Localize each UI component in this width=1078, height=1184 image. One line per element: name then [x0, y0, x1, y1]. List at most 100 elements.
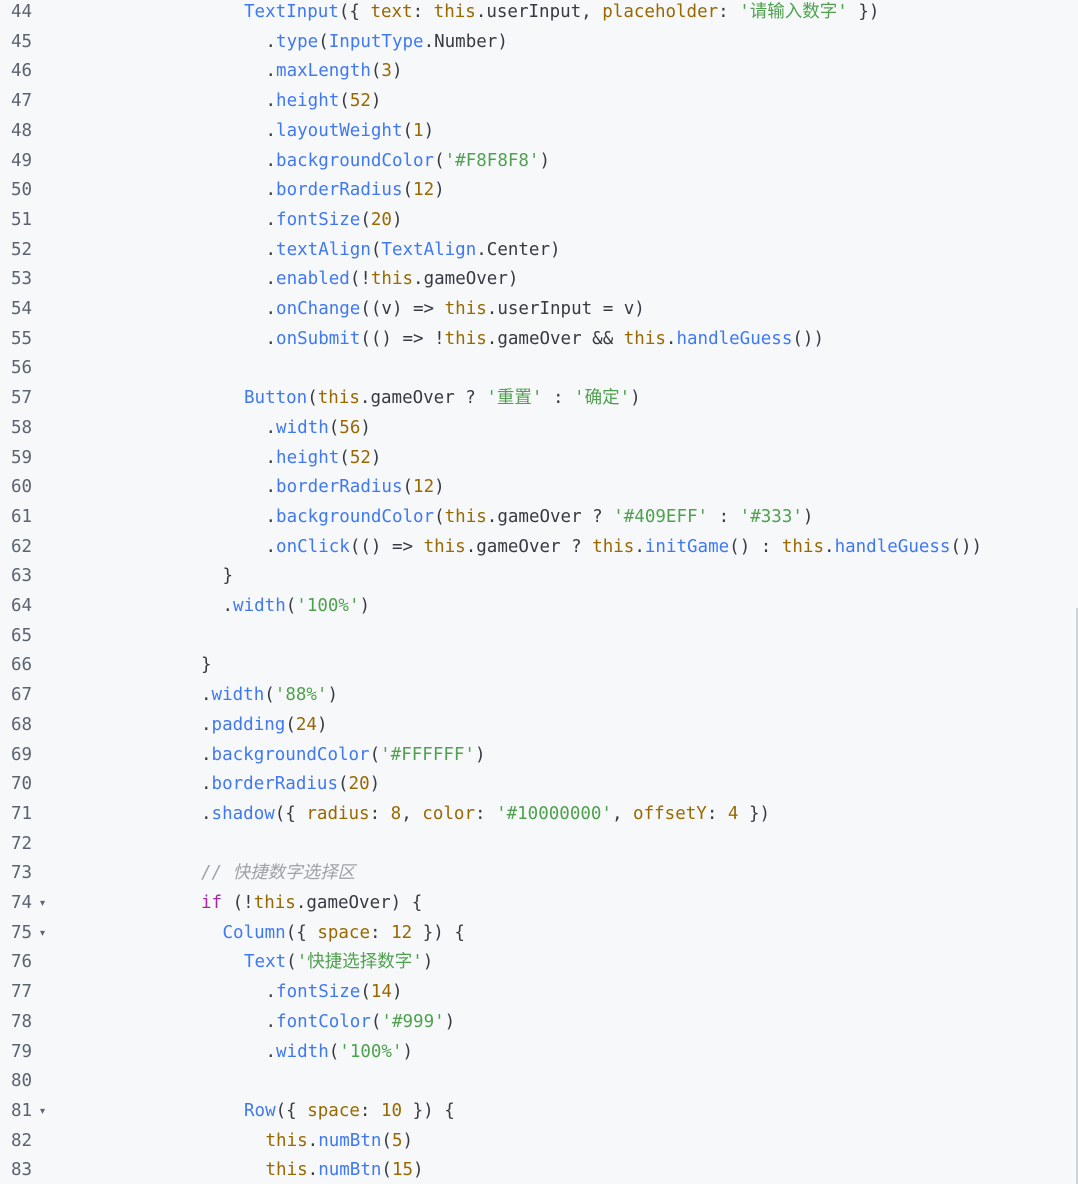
code-line[interactable]: 66}: [0, 651, 1078, 681]
code-token: 20: [370, 209, 392, 230]
code-token: .: [265, 31, 277, 52]
code-token: .: [265, 239, 277, 260]
code-text: .type(InputType.Number): [266, 28, 508, 58]
code-token: .: [265, 328, 277, 349]
code-line[interactable]: 78 .fontColor('#999'): [0, 1008, 1078, 1038]
code-line[interactable]: 73 // 快捷数字选择区: [0, 859, 1078, 889]
code-token: .: [265, 506, 277, 527]
code-editor[interactable]: 44 TextInput({ text: this.userInput, plac…: [0, 0, 1078, 1184]
code-text: .borderRadius(12): [266, 176, 445, 206]
code-token: ): [360, 417, 371, 438]
code-line[interactable]: 44 TextInput({ text: this.userInput, plac…: [0, 0, 1078, 28]
code-token: (: [318, 31, 329, 52]
code-line[interactable]: 70 .borderRadius(20): [0, 770, 1078, 800]
fold-chevron-down-icon[interactable]: ▾: [40, 919, 45, 949]
code-line[interactable]: 63}: [0, 562, 1078, 592]
code-line[interactable]: 55 .onSubmit(() => !this.gameOver && this…: [0, 325, 1078, 355]
code-line[interactable]: 65: [0, 622, 1078, 652]
fold-chevron-down-icon[interactable]: ▾: [40, 889, 45, 919]
code-text: .fontColor('#999'): [266, 1008, 456, 1038]
code-line[interactable]: 51 .fontSize(20): [0, 206, 1078, 236]
code-line[interactable]: 83 this.numBtn(15): [0, 1156, 1078, 1184]
code-token: color: [422, 803, 475, 824]
code-line[interactable]: 45 .type(InputType.Number): [0, 28, 1078, 58]
code-line[interactable]: 69 .backgroundColor('#FFFFFF'): [0, 741, 1078, 771]
code-token: ): [423, 120, 435, 141]
code-token: this: [423, 536, 466, 557]
code-line[interactable]: 61 .backgroundColor(this.gameOver ? '#409…: [0, 503, 1078, 533]
code-line[interactable]: 72: [0, 830, 1078, 860]
code-token: ): [359, 596, 371, 616]
code-line[interactable]: 57 Button(this.gameOver ? '重置' : '确定'): [0, 384, 1078, 414]
code-line[interactable]: 47 .height(52): [0, 87, 1078, 117]
line-number: 67: [11, 685, 33, 706]
code-text: Text('快捷选择数字'): [244, 948, 433, 978]
code-token: (: [360, 209, 371, 230]
code-line[interactable]: 81 ▾ Row({ space: 10 }) {: [0, 1097, 1078, 1127]
code-token: .gameOver ?: [359, 388, 487, 409]
code-text: .width('100%'): [223, 592, 371, 622]
code-line[interactable]: 64 .width('100%'): [0, 592, 1078, 622]
code-token: 24: [295, 714, 317, 735]
code-token: ): [370, 447, 382, 468]
code-token: ,: [611, 803, 634, 824]
line-number: 58: [11, 417, 33, 438]
code-line[interactable]: 58 .width(56): [0, 414, 1078, 444]
code-line[interactable]: 48 .layoutWeight(1): [0, 117, 1078, 147]
code-line[interactable]: 79 .width('100%'): [0, 1038, 1078, 1068]
code-token: (: [285, 714, 296, 735]
code-line[interactable]: 75 ▾ Column({ space: 12 }) {: [0, 919, 1078, 949]
code-token: initGame: [644, 536, 730, 557]
code-token: ): [539, 150, 551, 171]
code-text: .textAlign(TextAlign.Center): [266, 236, 561, 266]
code-token: '#10000000': [496, 803, 612, 824]
line-number: 46: [11, 61, 33, 82]
code-token: .: [307, 1130, 319, 1151]
code-line[interactable]: 54 .onChange((v) => this.userInput = v): [0, 295, 1078, 325]
line-number: 63: [11, 566, 33, 587]
code-token: ): [434, 180, 445, 201]
code-token: space: [317, 922, 371, 943]
code-token: }) {: [402, 1100, 455, 1121]
code-token: (: [264, 685, 275, 706]
code-token: this: [370, 269, 414, 290]
code-token: 20: [348, 774, 370, 795]
code-line[interactable]: 56: [0, 354, 1078, 384]
code-token: fontSize: [276, 209, 361, 230]
code-line[interactable]: 49 .backgroundColor('#F8F8F8'): [0, 147, 1078, 177]
code-token: (: [381, 1130, 392, 1151]
code-line[interactable]: 77 .fontSize(14): [0, 978, 1078, 1008]
code-text: }: [201, 651, 212, 681]
code-line[interactable]: 60 .borderRadius(12): [0, 473, 1078, 503]
code-line[interactable]: 68 .padding(24): [0, 711, 1078, 741]
code-line[interactable]: 62 .onClick(() => this.gameOver ? this.in…: [0, 533, 1078, 563]
code-line[interactable]: 74 ▾ if (!this.gameOver) {: [0, 889, 1078, 919]
code-token: (: [328, 417, 340, 438]
line-number: 72: [11, 833, 33, 854]
code-line[interactable]: 80: [0, 1067, 1078, 1097]
code-line[interactable]: 46 .maxLength(3): [0, 57, 1078, 87]
code-token: .: [265, 209, 277, 230]
code-line[interactable]: 71 .shadow({ radius: 8, color: '#10000000…: [0, 800, 1078, 830]
code-text: .shadow({ radius: 8, color: '#10000000',…: [201, 800, 770, 830]
code-line[interactable]: 76 Text('快捷选择数字'): [0, 948, 1078, 978]
line-number: 55: [11, 328, 33, 349]
code-text: .onSubmit(() => !this.gameOver && this.h…: [266, 325, 824, 355]
code-line[interactable]: 53 .enabled(!this.gameOver): [0, 265, 1078, 295]
code-token: this: [265, 1130, 308, 1151]
code-line[interactable]: 67 .width('88%'): [0, 681, 1078, 711]
code-token: .: [265, 120, 277, 141]
code-token: this: [623, 328, 666, 349]
code-token: :: [706, 803, 728, 824]
line-number: 50: [11, 180, 33, 201]
code-token: this: [317, 388, 360, 409]
code-line[interactable]: 82 this.numBtn(5): [0, 1127, 1078, 1157]
code-token: .: [265, 447, 277, 468]
code-token: (: [360, 982, 371, 1003]
code-token: 56: [339, 417, 361, 438]
line-number: 54: [11, 299, 33, 319]
fold-chevron-down-icon[interactable]: ▾: [40, 1097, 45, 1127]
code-line[interactable]: 50 .borderRadius(12): [0, 176, 1078, 206]
code-line[interactable]: 59 .height(52): [0, 444, 1078, 474]
code-line[interactable]: 52 .textAlign(TextAlign.Center): [0, 236, 1078, 266]
